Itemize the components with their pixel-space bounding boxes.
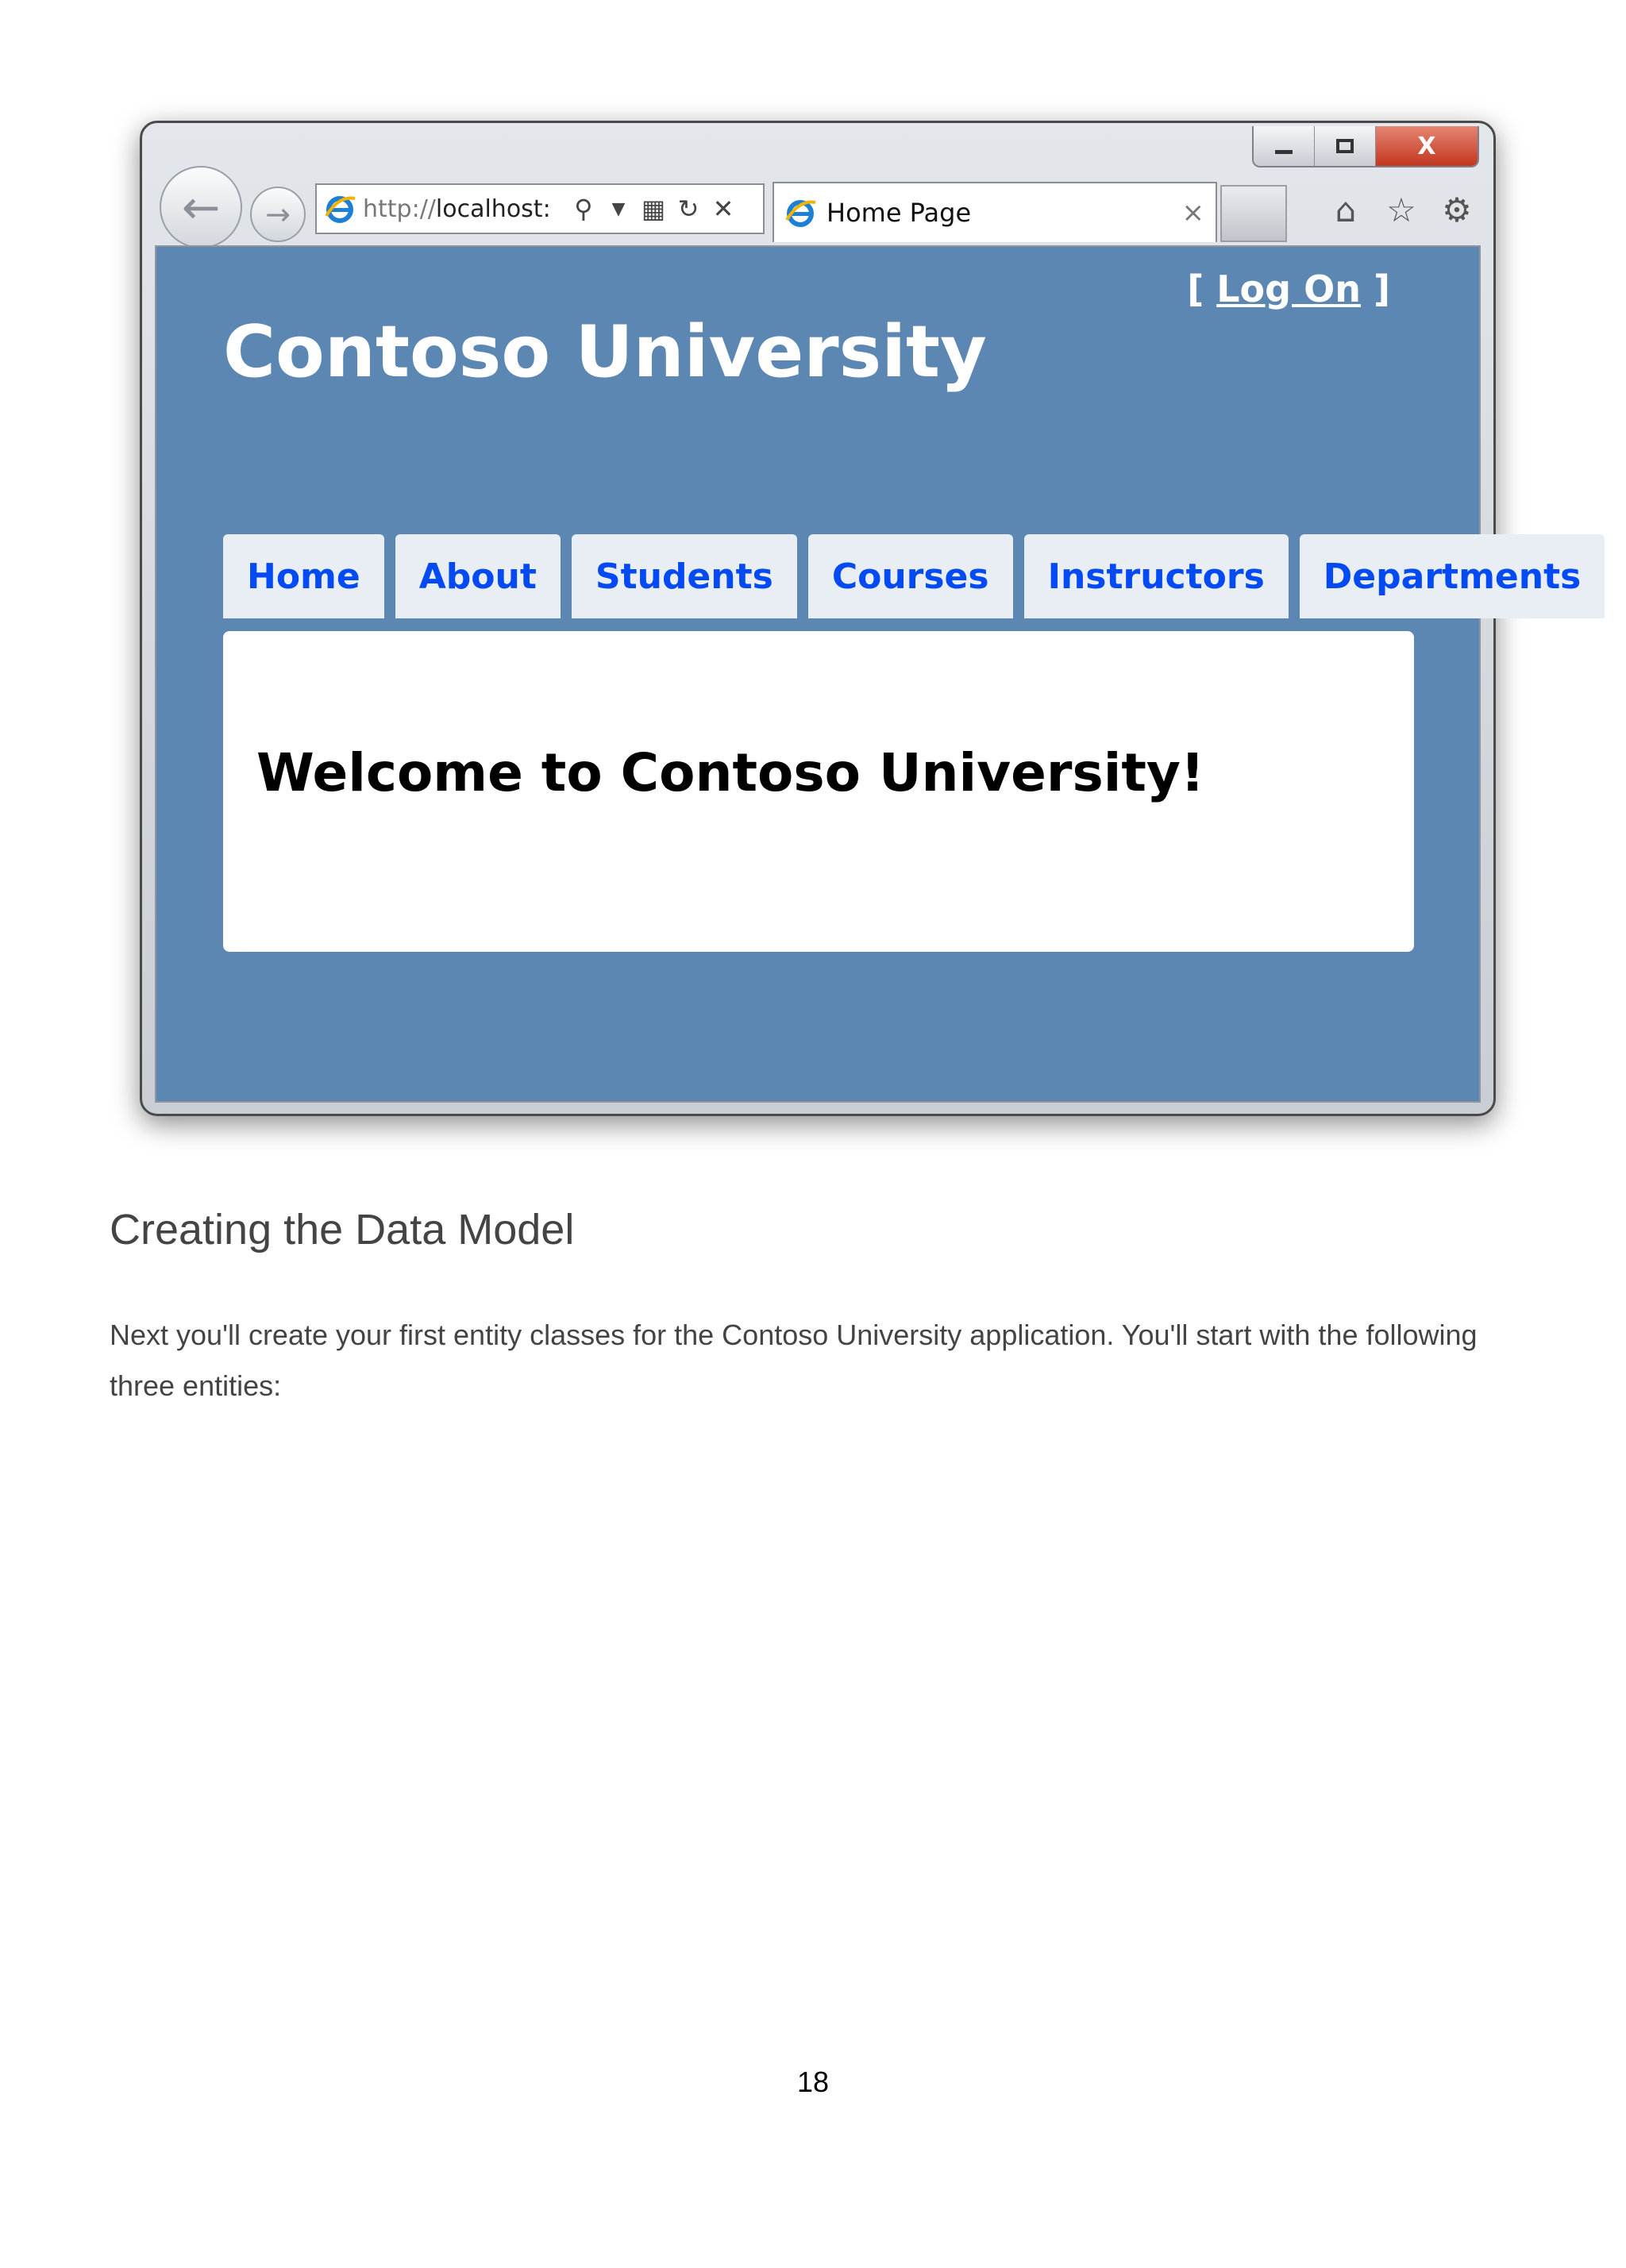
stop-icon[interactable]: ✕ [709,194,738,224]
back-button[interactable]: ← [160,166,242,248]
logon-area: [ Log On ] [1187,268,1390,310]
compatibility-view-icon[interactable]: ▦ [639,194,668,224]
minimize-icon [1275,149,1293,154]
dropdown-icon[interactable]: ▼ [604,199,633,219]
body-paragraph: Next you'll create your first entity cla… [110,1319,1478,1402]
address-bar[interactable]: http://localhost: ⚲ ▼ ▦ ↻ ✕ [315,183,765,234]
main-menu: Home About Students Courses Instructors … [223,534,1605,618]
address-scheme: http:// [363,194,436,223]
logon-bracket-close: ] [1360,268,1390,310]
gear-icon[interactable]: ⚙ [1436,190,1478,231]
menu-item-departments[interactable]: Departments [1299,534,1605,618]
page-viewport: [ Log On ] Contoso University Home About… [155,245,1605,1103]
minimize-button[interactable] [1254,126,1315,166]
welcome-heading: Welcome to Contoso University! [256,742,1205,803]
new-tab-button[interactable] [1220,185,1287,242]
search-icon[interactable]: ⚲ [569,194,598,224]
favorites-star-icon[interactable]: ☆ [1381,190,1422,231]
menu-item-home[interactable]: Home [223,534,384,618]
log-on-link[interactable]: Log On [1216,268,1361,310]
home-icon[interactable]: ⌂ [1325,190,1366,231]
refresh-icon[interactable]: ↻ [674,194,703,224]
address-host: localhost: [435,194,551,223]
close-window-button[interactable]: X [1376,126,1478,166]
arrow-right-icon: → [265,197,291,232]
site-title: Contoso University [223,310,987,394]
maximize-button[interactable] [1315,126,1376,166]
menu-item-about[interactable]: About [395,534,561,618]
browser-window: X ← → http://localhost: ⚲ ▼ ▦ ↻ ✕ Home P… [140,121,1605,1116]
ie-icon [785,200,816,227]
close-tab-icon[interactable]: × [1182,197,1205,229]
menu-item-courses[interactable]: Courses [807,534,1013,618]
tab-title: Home Page [826,198,972,228]
tab-home-page[interactable]: Home Page × [773,182,1217,242]
logon-bracket-open: [ [1187,268,1217,310]
menu-item-students[interactable]: Students [571,534,797,618]
page-number: 18 [796,2066,830,2098]
main-content: Welcome to Contoso University! [223,631,1414,952]
ie-icon [325,196,356,223]
forward-button[interactable]: → [250,187,306,242]
maximize-icon [1336,139,1354,153]
arrow-left-icon: ← [181,180,221,234]
address-text[interactable]: http://localhost: [363,195,563,223]
menu-item-instructors[interactable]: Instructors [1023,534,1289,618]
section-heading: Creating the Data Model [110,1206,575,1253]
window-controls: X [1252,126,1479,168]
